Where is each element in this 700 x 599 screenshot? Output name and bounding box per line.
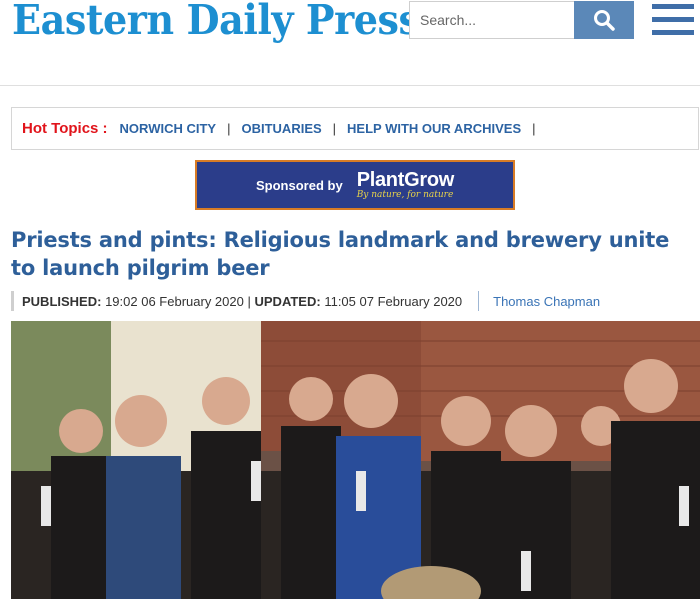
updated-date: 11:05 07 February 2020 bbox=[324, 293, 463, 309]
published-date: 19:02 06 February 2020 bbox=[105, 293, 244, 309]
topic-obituaries[interactable]: OBITUARIES bbox=[241, 121, 321, 136]
topic-separator: | bbox=[332, 121, 337, 136]
search-icon bbox=[594, 10, 615, 31]
article-headline: Priests and pints: Religious landmark an… bbox=[11, 228, 670, 280]
sponsor-label: Sponsored by bbox=[256, 177, 343, 193]
sponsor-tagline: By nature, for nature bbox=[356, 190, 454, 200]
article-meta: PUBLISHED: 19:02 06 February 2020 | UPDA… bbox=[11, 291, 600, 311]
author-divider bbox=[478, 291, 480, 311]
hot-topics-bar: Hot Topics : NORWICH CITY | OBITUARIES |… bbox=[11, 107, 699, 150]
author-link[interactable]: Thomas Chapman bbox=[493, 294, 600, 309]
meta-separator: | bbox=[247, 293, 251, 309]
topic-norwich-city[interactable]: NORWICH CITY bbox=[120, 121, 217, 136]
meta-accent-bar bbox=[11, 291, 14, 311]
published-label: PUBLISHED: bbox=[22, 293, 102, 309]
article-hero-image[interactable] bbox=[11, 321, 700, 599]
updated-label: UPDATED: bbox=[254, 293, 321, 309]
topic-help-with-archives[interactable]: HELP WITH OUR ARCHIVES bbox=[347, 121, 521, 136]
masthead: Eastern Daily Press bbox=[0, 0, 700, 86]
plantgrow-logo: PlantGrow By nature, for nature bbox=[356, 169, 455, 200]
topic-separator: | bbox=[532, 121, 536, 136]
sponsor-banner[interactable]: Sponsored by PlantGrow By nature, for na… bbox=[195, 160, 515, 210]
group-photo bbox=[11, 321, 700, 599]
hamburger-menu-icon[interactable] bbox=[652, 4, 694, 36]
topic-separator: | bbox=[227, 121, 231, 136]
search-button[interactable] bbox=[574, 1, 634, 39]
site-logo[interactable]: Eastern Daily Press bbox=[12, 0, 420, 44]
search-input[interactable] bbox=[409, 1, 575, 39]
hot-topics-label: Hot Topics : bbox=[22, 120, 108, 137]
sponsor-brand: PlantGrow bbox=[356, 169, 455, 191]
